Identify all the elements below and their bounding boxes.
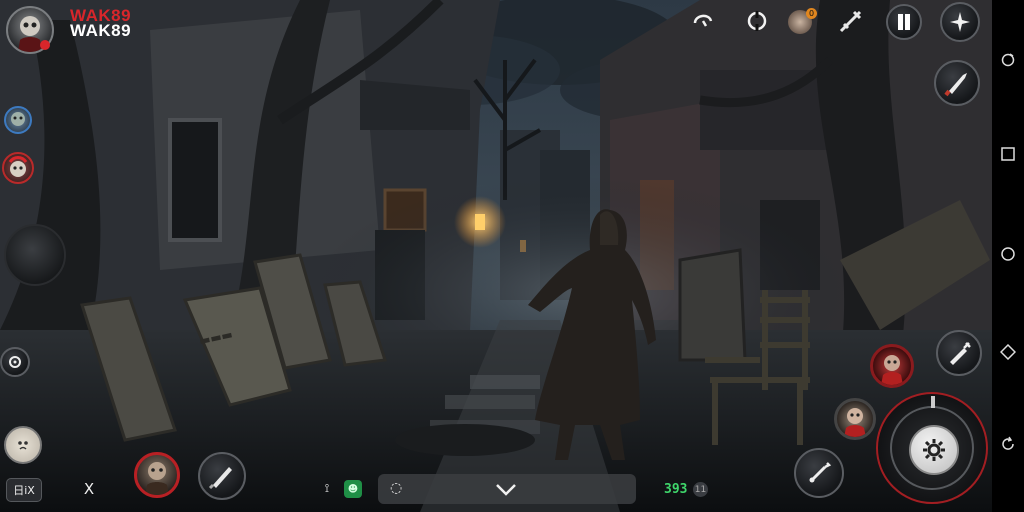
notification-badge: 0 [806, 8, 817, 19]
zombie-face-icon [11, 112, 25, 126]
voice-button[interactable] [4, 426, 42, 464]
crosshair-button[interactable] [794, 448, 844, 498]
chat-bar[interactable]: ◌ [378, 474, 636, 504]
ghost-face-icon [18, 441, 28, 450]
chevron-down-icon[interactable] [494, 479, 518, 499]
joystick-top-marker [931, 396, 935, 408]
attack-button[interactable] [909, 425, 959, 475]
circle-back-icon[interactable] [1000, 52, 1016, 68]
square-recents-icon[interactable] [1000, 146, 1016, 162]
chat-voice-icon[interactable]: ◌ [390, 480, 402, 496]
clown-face-icon [8, 156, 28, 177]
blade-icon [208, 467, 232, 490]
rotate-icon[interactable] [1000, 436, 1016, 452]
compass-icon [950, 12, 970, 32]
refresh-icon[interactable] [744, 8, 770, 34]
gear-icon [923, 439, 945, 461]
close-button[interactable]: X [80, 480, 98, 498]
teammate-avatar-1[interactable] [4, 106, 32, 134]
player-name: WAK89 WAK89 [70, 7, 132, 40]
knife-slot-button[interactable] [198, 452, 246, 500]
attack-joystick[interactable] [876, 392, 988, 504]
counter-info-icon[interactable]: 11 [693, 482, 708, 497]
syringe-icon [950, 342, 971, 365]
brute-face-icon [145, 462, 169, 495]
inventory-icon[interactable]: ⟟ [318, 481, 336, 499]
circle-home-icon[interactable] [1000, 246, 1016, 262]
language-button[interactable]: 日iX [6, 478, 42, 502]
skill-button[interactable] [936, 330, 982, 376]
teammate-avatar-2[interactable] [2, 152, 34, 184]
chat-status-icon[interactable]: ☻ [344, 480, 362, 498]
target-avatar-1[interactable] [870, 344, 914, 388]
system-nav-bar [992, 0, 1024, 512]
sound-icon[interactable] [690, 8, 716, 34]
character-select-avatar[interactable] [134, 452, 180, 498]
bald-face-icon [881, 355, 903, 385]
knife-button[interactable] [934, 60, 980, 106]
swirl-icon [9, 356, 21, 368]
bald-face-icon [844, 408, 866, 437]
pause-button[interactable] [886, 4, 922, 40]
compass-button[interactable] [940, 2, 980, 42]
movement-joystick[interactable] [4, 224, 66, 286]
diamond-icon[interactable] [1000, 344, 1016, 360]
emote-button[interactable] [0, 347, 30, 377]
player-name-line2: WAK89 [70, 21, 132, 40]
pause-icon [898, 14, 910, 30]
crowbar-icon [809, 462, 832, 483]
knife-icon [944, 73, 967, 97]
player-avatar-badge [40, 40, 50, 50]
weapon-icon[interactable] [836, 8, 864, 36]
score-counter: 393 [664, 482, 688, 497]
target-avatar-2[interactable] [834, 398, 876, 440]
game-scene: ▬▬▬ [0, 0, 1024, 512]
